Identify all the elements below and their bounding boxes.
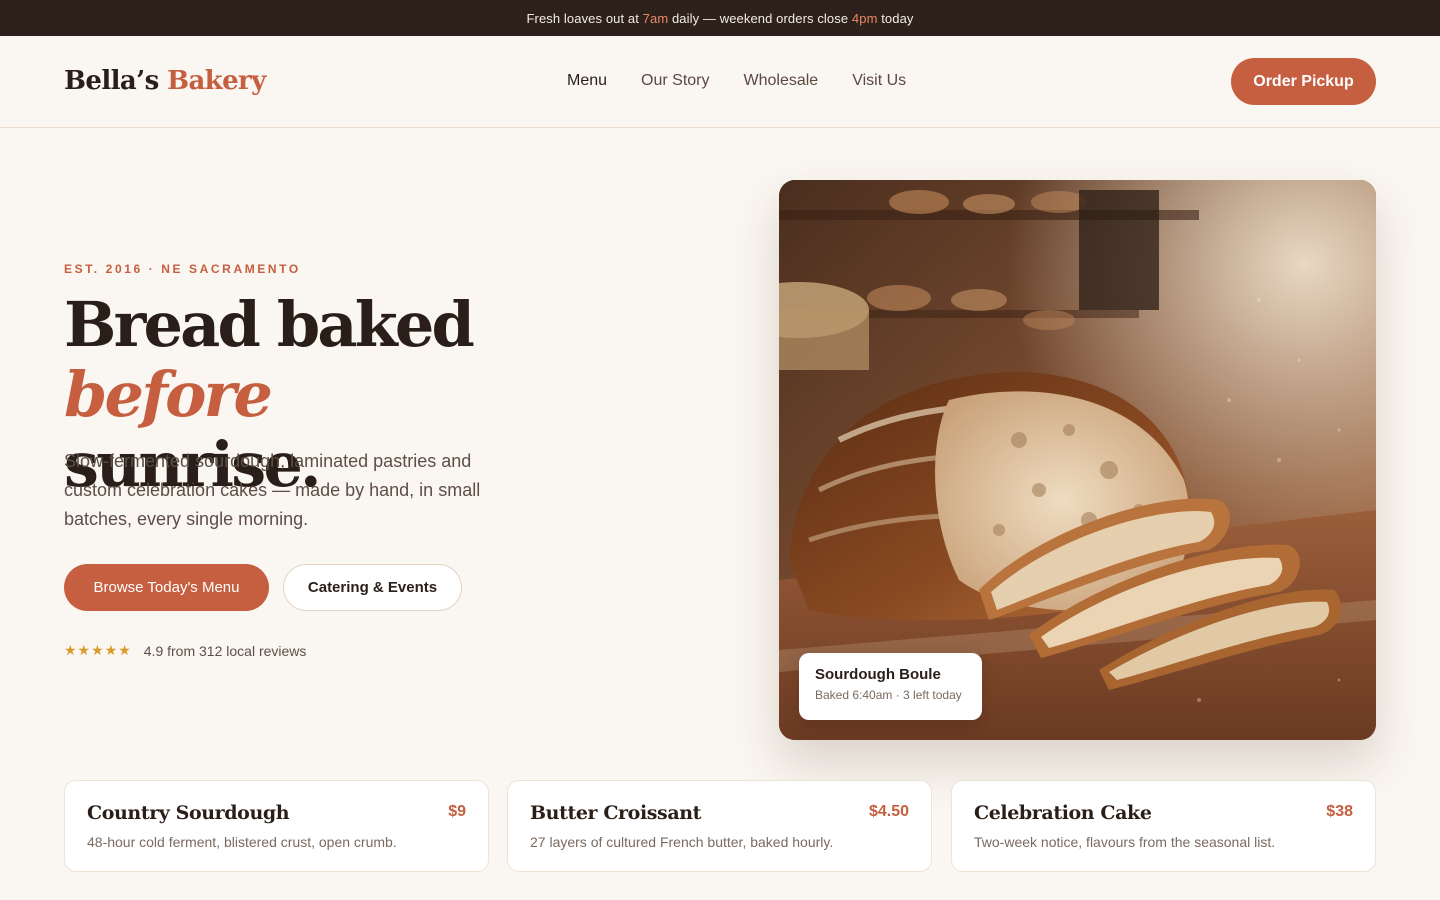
hero-eyebrow: EST. 2016 · NE SACRAMENTO xyxy=(64,262,301,276)
main-nav: Menu Our Story Wholesale Visit Us xyxy=(567,72,906,90)
rating-summary: ★★★★★ 4.9 from 312 local reviews xyxy=(64,642,306,659)
rating-text: 4.9 from 312 local reviews xyxy=(143,642,307,659)
product-name: Country Sourdough xyxy=(87,802,290,824)
product-info-card: Sourdough Boule Baked 6:40am · 3 left to… xyxy=(799,653,982,720)
announcement-time-close: 4pm xyxy=(851,10,878,26)
site-header: Bella’s Bakery Menu Our Story Wholesale … xyxy=(0,36,1440,128)
product-card-butter-croissant[interactable]: Butter Croissant $4.50 27 layers of cult… xyxy=(507,780,932,872)
product-name: Celebration Cake xyxy=(974,802,1152,824)
star-rating-icon: ★★★★★ xyxy=(64,642,132,658)
nav-item-visit-us[interactable]: Visit Us xyxy=(852,72,906,90)
product-description: 48-hour cold ferment, blistered crust, o… xyxy=(87,834,397,850)
announcement-text: Fresh loaves out at 7am daily — weekend … xyxy=(526,10,914,26)
hero-bread-photo: Sourdough Boule Baked 6:40am · 3 left to… xyxy=(779,180,1376,740)
logo[interactable]: Bella’s Bakery xyxy=(64,66,266,96)
announcement-bar: Fresh loaves out at 7am daily — weekend … xyxy=(0,0,1440,36)
nav-item-wholesale[interactable]: Wholesale xyxy=(744,72,819,90)
product-name: Butter Croissant xyxy=(530,802,702,824)
product-card-celebration-cake[interactable]: Celebration Cake $38 Two-week notice, fl… xyxy=(951,780,1376,872)
product-description: Two-week notice, flavours from the seaso… xyxy=(974,834,1276,850)
hero-subtext: Slow-fermented sourdough, laminated past… xyxy=(64,451,481,529)
browse-menu-button[interactable]: Browse Today's Menu xyxy=(64,564,269,611)
order-pickup-button[interactable]: Order Pickup xyxy=(1231,58,1376,105)
product-price: $9 xyxy=(448,803,466,820)
product-info-title: Sourdough Boule xyxy=(815,666,941,683)
announcement-time-open: 7am xyxy=(642,10,669,26)
catering-events-button[interactable]: Catering & Events xyxy=(283,564,462,611)
headline-emphasis: before xyxy=(64,358,273,431)
product-price: $4.50 xyxy=(868,803,909,820)
nav-item-our-story[interactable]: Our Story xyxy=(641,72,709,90)
product-description: 27 layers of cultured French butter, bak… xyxy=(530,834,834,850)
product-price: $38 xyxy=(1326,803,1353,820)
product-card-country-sourdough[interactable]: Country Sourdough $9 48-hour cold fermen… xyxy=(64,780,489,872)
nav-item-menu[interactable]: Menu xyxy=(567,72,607,90)
product-info-subtitle: Baked 6:40am · 3 left today xyxy=(815,688,962,702)
